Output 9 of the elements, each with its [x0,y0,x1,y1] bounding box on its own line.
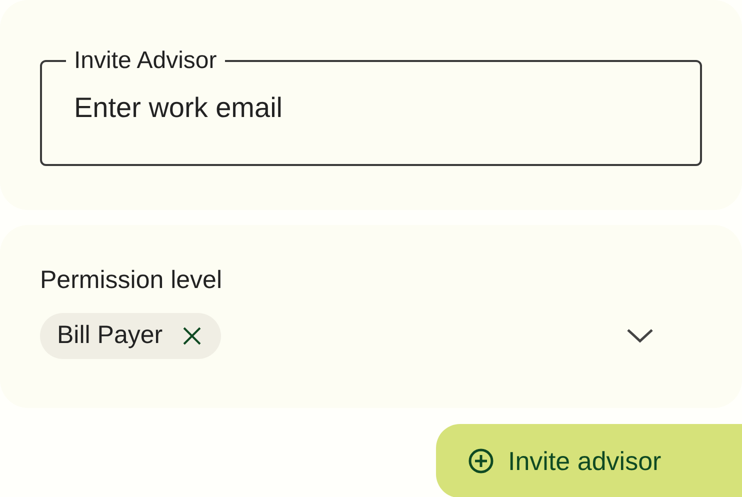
plus-circle-icon [468,448,494,474]
email-input[interactable]: Enter work email [66,87,676,129]
chip-label: Bill Payer [57,320,163,352]
invite-button[interactable]: Invite advisor [436,424,742,497]
permission-chip[interactable]: Bill Payer [40,313,221,359]
field-label: Permission level [40,265,224,295]
chevron-down-icon[interactable] [626,328,654,344]
close-icon[interactable] [182,327,201,345]
field-label: Invite Advisor [73,47,218,75]
